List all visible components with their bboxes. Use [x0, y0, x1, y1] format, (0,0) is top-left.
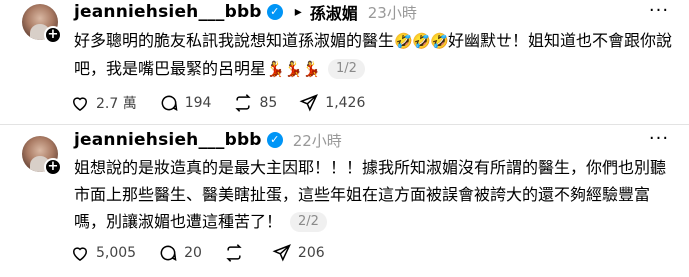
more-icon[interactable]: ··· [647, 2, 671, 26]
repost-icon [235, 94, 252, 112]
post-header: jeanniehsieh___bbb ✓ ▸ 孫淑媚 23小時 [74, 0, 417, 24]
repost-icon [226, 244, 242, 262]
thread-post-1: + jeanniehsieh___bbb ✓ ▸ 孫淑媚 23小時 ··· 好多… [0, 0, 689, 126]
laugh-emoji: 🤣 [412, 32, 431, 50]
laugh-emoji: 🤣 [430, 32, 449, 50]
repost-button[interactable] [224, 243, 250, 263]
heart-icon [72, 247, 88, 261]
post-text: 好多聰明的脆友私訊我說想知道孫淑媚的醫生🤣🤣🤣好幽默ㄝ！姐知道也不會跟你說吧，我… [74, 27, 674, 83]
username[interactable]: jeanniehsieh___bbb [74, 130, 262, 150]
follow-plus-icon[interactable]: + [44, 26, 62, 44]
heart-icon [72, 97, 88, 111]
verified-badge-icon: ✓ [266, 4, 283, 20]
comment-icon [160, 245, 177, 262]
avatar-container[interactable]: + [22, 4, 62, 44]
post-time[interactable]: 23小時 [368, 2, 417, 23]
thread-page-indicator: 2/2 [290, 212, 327, 232]
username[interactable]: jeanniehsieh___bbb [74, 2, 262, 22]
more-icon[interactable]: ··· [647, 130, 671, 154]
post-time[interactable]: 22小時 [293, 130, 342, 151]
comment-icon [161, 95, 178, 112]
dance-emoji: 💃 [284, 60, 303, 78]
laugh-emoji: 🤣 [394, 32, 413, 50]
share-button[interactable]: 1,426 [299, 93, 365, 113]
reply-arrow-icon: ▸ [294, 4, 302, 20]
dance-emoji: 💃 [266, 60, 285, 78]
like-button[interactable]: 5,005 [70, 243, 136, 263]
comment-button[interactable]: 20 [158, 243, 202, 263]
verified-badge-icon: ✓ [266, 132, 283, 148]
post-divider [0, 124, 689, 125]
repost-button[interactable]: 85 [233, 93, 277, 113]
post-text: 姐想說的是妝造真的是最大主因耶！！！據我所知淑媚沒有所謂的醫生，你們也別聽市面上… [74, 154, 674, 235]
post-text-part-a: 好多聰明的脆友私訊我說想知道孫淑媚的醫生 [74, 31, 395, 50]
share-button[interactable]: 206 [272, 243, 325, 263]
like-count: 5,005 [96, 245, 137, 261]
comment-button[interactable]: 194 [159, 93, 212, 113]
thread-post-2: + jeanniehsieh___bbb ✓ 22小時 ··· 姐想說的是妝造真… [0, 126, 689, 277]
thread-page-indicator: 1/2 [328, 59, 365, 79]
like-button[interactable]: 2.7 萬 [70, 93, 137, 113]
like-count: 2.7 萬 [96, 96, 137, 112]
share-count: 1,426 [325, 95, 366, 111]
avatar-container[interactable]: + [22, 136, 62, 176]
post-actions: 5,005 20 206 [70, 241, 347, 265]
share-icon [299, 94, 319, 112]
share-count: 206 [297, 245, 325, 261]
follow-plus-icon[interactable]: + [44, 158, 62, 176]
post-actions: 2.7 萬 194 85 1,426 [70, 91, 387, 115]
post-text-body: 姐想說的是妝造真的是最大主因耶！！！據我所知淑媚沒有所謂的醫生，你們也別聽市面上… [74, 158, 667, 231]
post-header: jeanniehsieh___bbb ✓ 22小時 [74, 128, 342, 152]
comment-count: 194 [184, 95, 212, 111]
comment-count: 20 [184, 245, 202, 261]
mention-username[interactable]: 孫淑媚 [310, 0, 358, 24]
dance-emoji: 💃 [302, 60, 321, 78]
share-icon [272, 244, 291, 262]
repost-count: 85 [259, 95, 278, 111]
